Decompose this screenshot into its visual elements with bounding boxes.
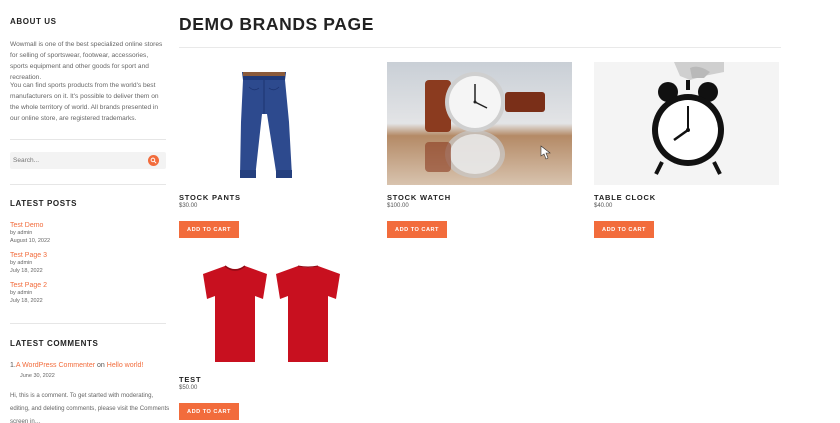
post-link[interactable]: Test Page 3 (10, 251, 166, 260)
latest-comments-title: LATEST COMMENTS (10, 339, 99, 348)
divider (179, 47, 781, 48)
about-us-title: ABOUT US (10, 17, 57, 26)
search-input[interactable] (13, 154, 143, 167)
divider (10, 184, 166, 185)
alarm-clock-image[interactable] (594, 62, 779, 185)
post-author: by admin (10, 260, 33, 266)
product-title[interactable]: STOCK WATCH (387, 193, 451, 202)
product-title[interactable]: TABLE CLOCK (594, 193, 656, 202)
post-author: by admin (10, 290, 33, 296)
product-price: $50.00 (179, 385, 198, 391)
wrist-watch-image[interactable] (387, 62, 572, 185)
post-link[interactable]: Test Demo (10, 221, 166, 230)
divider (10, 323, 166, 324)
comment-date: June 30, 2022 (20, 373, 55, 379)
about-us-text-2: You can find sports products from the wo… (10, 82, 159, 122)
blue-pants-image[interactable] (179, 62, 364, 185)
comment-on-text: on (97, 362, 105, 369)
post-author: by admin (10, 230, 33, 236)
list-item: Test Page 2 by admin July 18, 2022 (10, 281, 166, 305)
divider (10, 139, 166, 140)
post-date: August 10, 2022 (10, 237, 51, 244)
product-price: $100.00 (387, 203, 409, 209)
post-link[interactable]: Test Page 2 (10, 281, 166, 290)
add-to-cart-button[interactable]: ADD TO CART (179, 403, 239, 420)
post-date: July 18, 2022 (10, 297, 43, 304)
comment-excerpt: Hi, this is a comment. To get started wi… (10, 392, 170, 423)
red-tshirt-image[interactable] (179, 244, 364, 367)
search-form (10, 152, 166, 169)
product-title[interactable]: STOCK PANTS (179, 193, 241, 202)
post-date: July 18, 2022 (10, 267, 43, 274)
product-price: $40.00 (594, 203, 613, 209)
add-to-cart-button[interactable]: ADD TO CART (179, 221, 239, 238)
comment-item: 1.A WordPress Commenter on Hello world! (10, 361, 170, 370)
product-price: $30.00 (179, 203, 198, 209)
page-title: DEMO BRANDS PAGE (179, 14, 374, 34)
search-icon (150, 157, 157, 164)
product-title[interactable]: TEST (179, 375, 201, 384)
search-button[interactable] (148, 155, 159, 166)
about-us-text-1: Wowmall is one of the best specialized o… (10, 41, 163, 81)
latest-posts-title: LATEST POSTS (10, 199, 78, 208)
comment-post-link[interactable]: Hello world! (107, 362, 144, 369)
list-item: Test Demo by admin August 10, 2022 (10, 221, 166, 245)
add-to-cart-button[interactable]: ADD TO CART (594, 221, 654, 238)
comment-author-link[interactable]: A WordPress Commenter (16, 362, 95, 369)
list-item: Test Page 3 by admin July 18, 2022 (10, 251, 166, 275)
add-to-cart-button[interactable]: ADD TO CART (387, 221, 447, 238)
